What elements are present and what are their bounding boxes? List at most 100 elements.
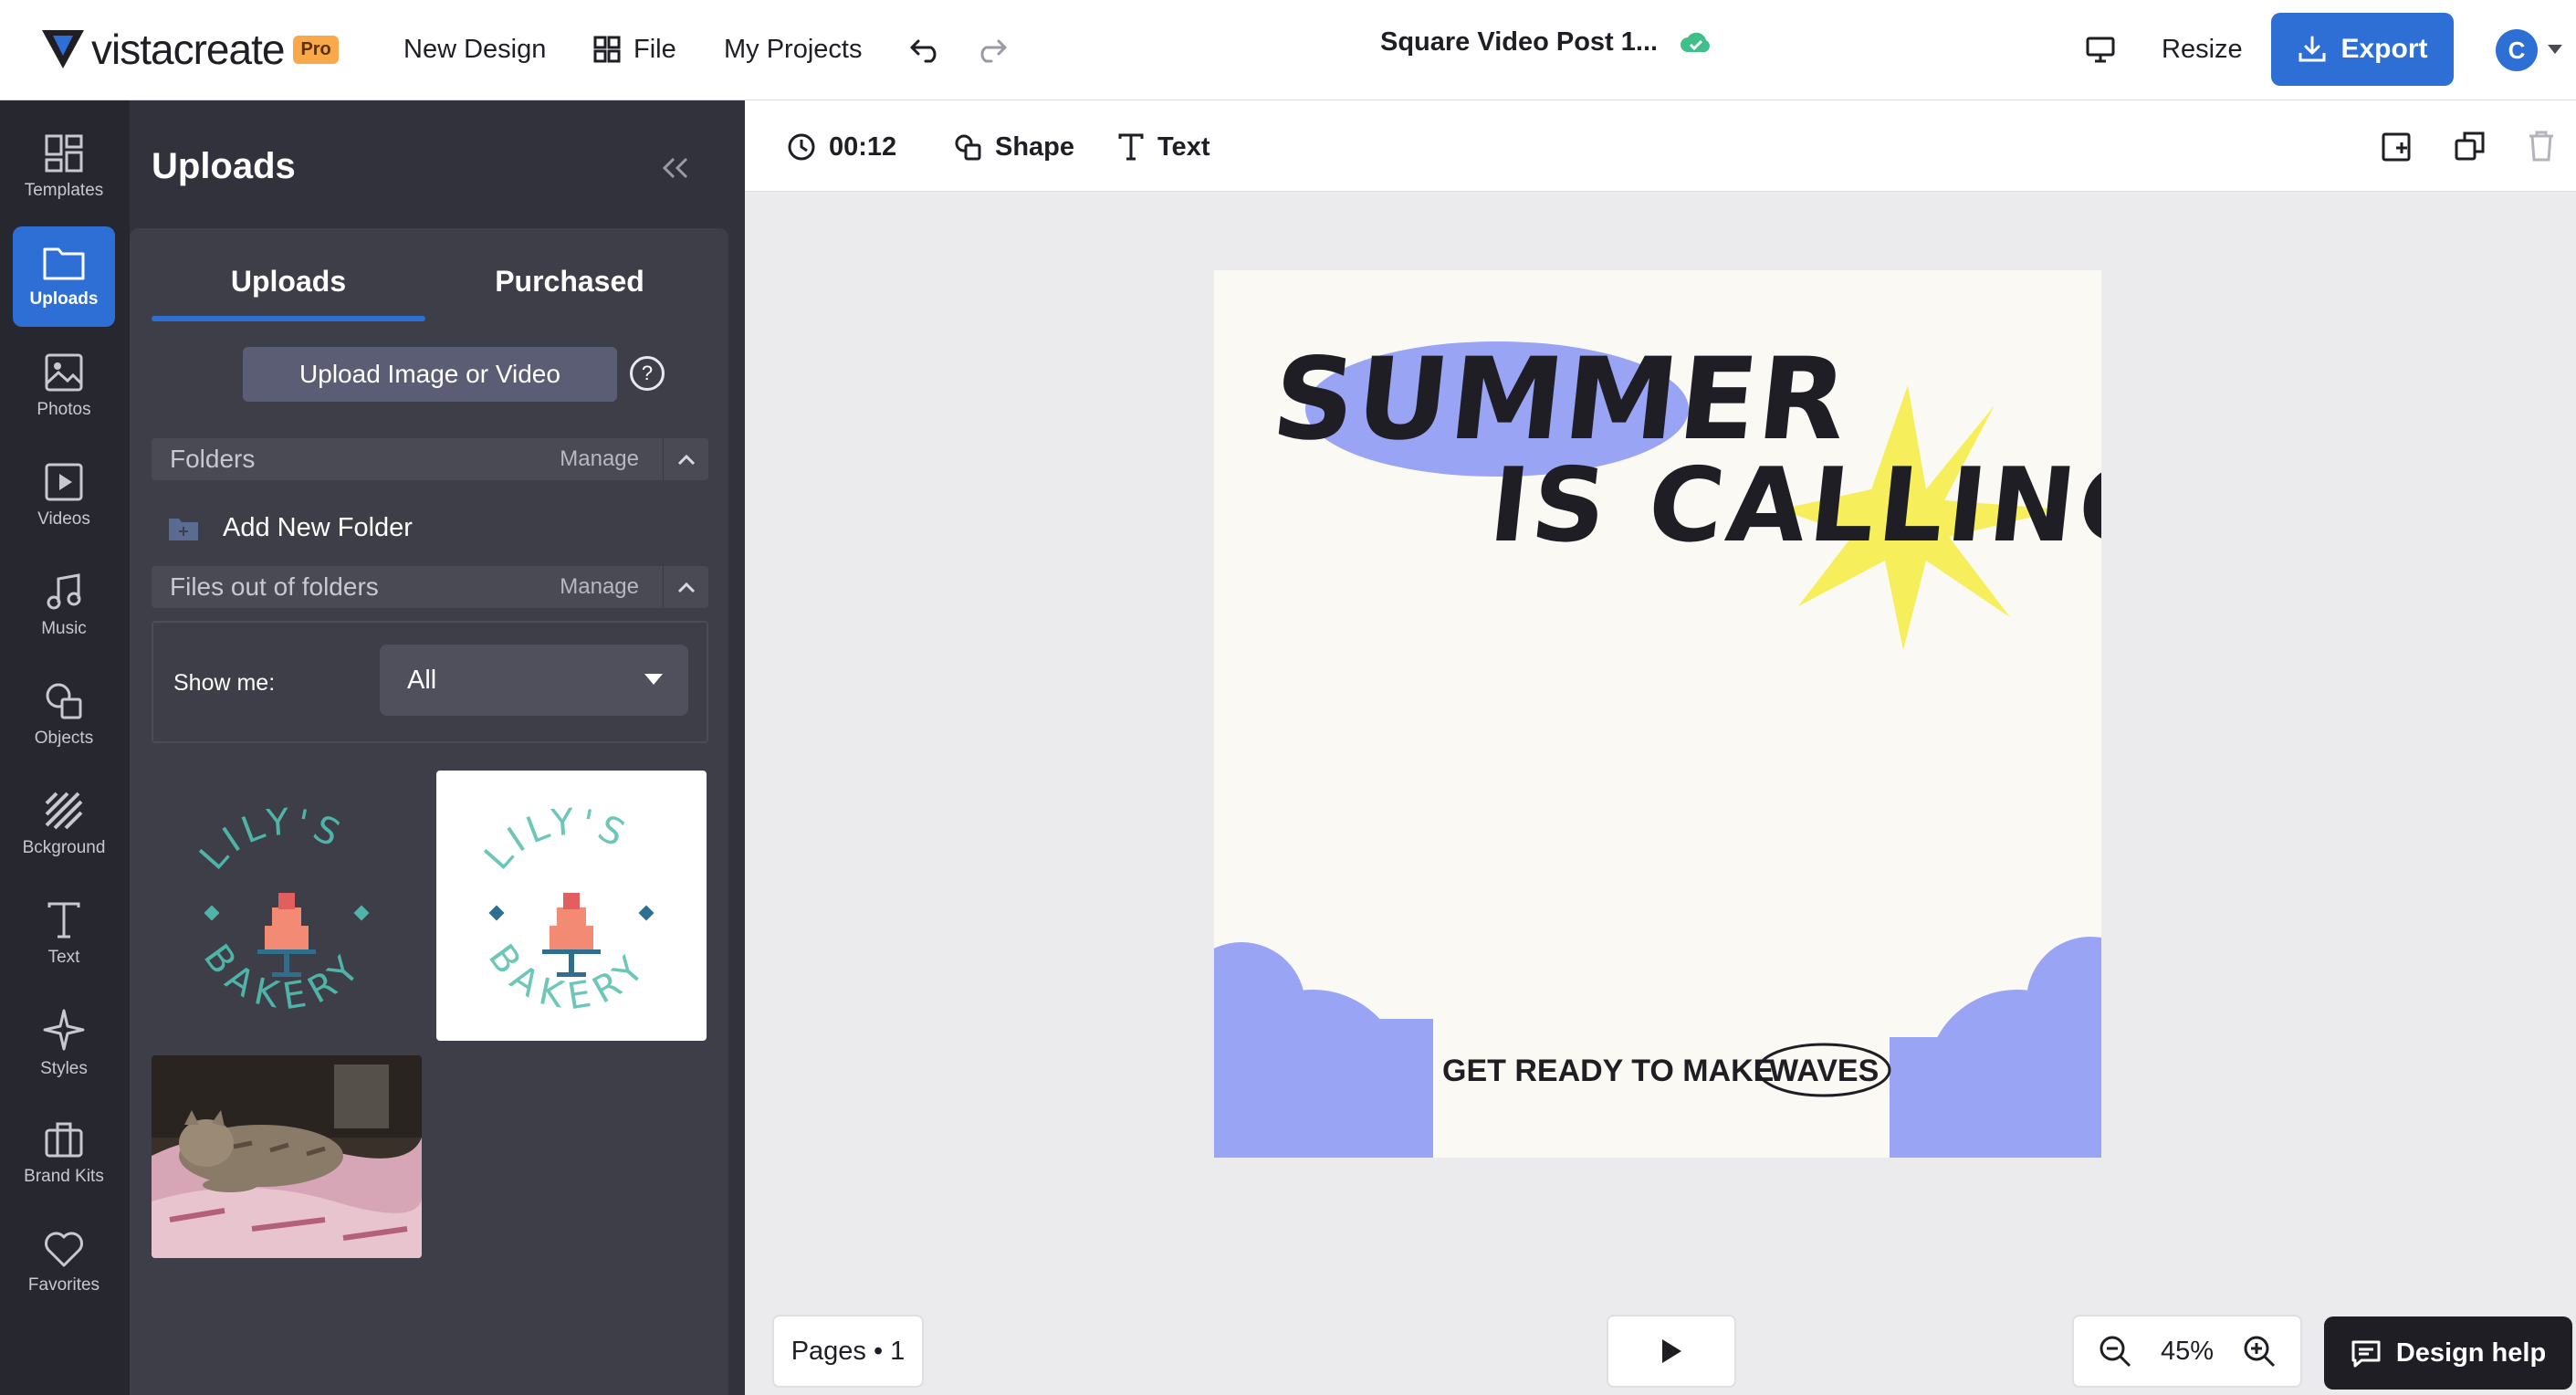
pages-label: Pages • 1 bbox=[791, 1336, 906, 1366]
upload-button-label: Upload Image or Video bbox=[299, 360, 560, 388]
show-me-label: Show me: bbox=[173, 670, 276, 696]
rail-label: Styles bbox=[40, 1059, 88, 1078]
vistacreate-logo[interactable]: vistacreate Pro bbox=[40, 26, 339, 73]
add-folder-icon bbox=[169, 518, 198, 540]
files-section-header[interactable]: Files out of folders Manage bbox=[152, 566, 708, 608]
upload-thumb-logo-dark[interactable]: LILY'S BAKERY bbox=[152, 771, 422, 1041]
zoom-level: 45% bbox=[2160, 1336, 2215, 1366]
headline-is-calling[interactable]: IS CALLING! bbox=[1484, 446, 2101, 565]
clock-icon bbox=[788, 133, 815, 161]
pages-button[interactable]: Pages • 1 bbox=[772, 1315, 924, 1388]
add-text-button[interactable]: Text bbox=[1117, 126, 1209, 168]
photo-icon bbox=[45, 353, 83, 392]
rail-item-music[interactable]: Music bbox=[13, 555, 115, 656]
shape-label: Shape bbox=[995, 131, 1075, 162]
shape-icon bbox=[955, 134, 981, 161]
zoom-controls: 45% bbox=[2072, 1315, 2302, 1388]
rail-item-text[interactable]: Text bbox=[13, 884, 115, 984]
grid-icon bbox=[593, 36, 621, 63]
add-folder-button[interactable]: Add New Folder bbox=[168, 513, 413, 543]
play-icon bbox=[1662, 1339, 1681, 1363]
rail-item-brand-kits[interactable]: Brand Kits bbox=[13, 1103, 115, 1203]
logo-title: LILY'S bbox=[476, 801, 630, 877]
zoom-in-icon[interactable] bbox=[2242, 1334, 2277, 1369]
file-menu-button[interactable]: File bbox=[593, 26, 676, 73]
design-help-button[interactable]: Design help bbox=[2324, 1316, 2572, 1390]
avatar-initial: C bbox=[2508, 36, 2526, 64]
upload-thumb-logo-white[interactable]: LILY'S BAKERY bbox=[436, 771, 707, 1041]
resize-button[interactable]: Resize bbox=[2162, 26, 2243, 73]
pro-badge: Pro bbox=[293, 35, 339, 64]
filter-box: Show me: All bbox=[152, 621, 708, 743]
canvas-toolbar: 00:12 Shape Text bbox=[745, 100, 2576, 192]
document-title-text: Square Video Post 1... bbox=[1380, 27, 1659, 57]
files-manage-link[interactable]: Manage bbox=[560, 574, 639, 600]
show-me-select[interactable]: All bbox=[380, 645, 688, 716]
rail-label: Uploads bbox=[29, 289, 99, 309]
collapse-panel-icon[interactable] bbox=[661, 155, 690, 181]
file-label: File bbox=[634, 34, 676, 64]
my-projects-label: My Projects bbox=[724, 34, 863, 64]
export-button[interactable]: Export bbox=[2271, 13, 2454, 86]
upload-button[interactable]: Upload Image or Video bbox=[243, 347, 617, 402]
folders-section-header[interactable]: Folders Manage bbox=[152, 438, 708, 480]
svg-text:LILY'S: LILY'S bbox=[476, 801, 635, 877]
upload-thumb-cat-photo[interactable] bbox=[152, 1055, 422, 1258]
logo-title: LILY'S bbox=[192, 801, 345, 877]
new-design-button[interactable]: New Design bbox=[403, 26, 546, 73]
chevron-up-icon[interactable] bbox=[663, 438, 708, 480]
bakery-logo-image: LILY'S BAKERY bbox=[192, 801, 370, 1018]
chevron-up-icon[interactable] bbox=[663, 566, 708, 608]
design-help-label: Design help bbox=[2395, 1337, 2547, 1368]
help-glyph: ? bbox=[641, 362, 654, 384]
left-rail: Templates Uploads Photos Videos Music Ob… bbox=[0, 100, 130, 1395]
play-button[interactable] bbox=[1607, 1315, 1736, 1388]
document-title[interactable]: Square Video Post 1... bbox=[1380, 27, 1712, 58]
tab-purchased[interactable]: Purchased bbox=[433, 265, 707, 299]
my-projects-button[interactable]: My Projects bbox=[724, 26, 862, 73]
top-bar: vistacreate Pro New Design File My Proje… bbox=[0, 0, 2576, 100]
rail-label: Objects bbox=[34, 729, 94, 748]
rail-label: Brand Kits bbox=[24, 1167, 104, 1186]
music-icon bbox=[47, 573, 81, 610]
heart-icon bbox=[45, 1232, 83, 1267]
duration-button[interactable]: 00:12 bbox=[787, 126, 896, 168]
present-icon bbox=[2086, 37, 2115, 63]
rail-item-objects[interactable]: Objects bbox=[13, 665, 115, 765]
rail-item-background[interactable]: Bckground bbox=[13, 774, 115, 875]
text-label: Text bbox=[1157, 131, 1210, 162]
shape-button[interactable]: Shape bbox=[953, 126, 1074, 168]
help-icon[interactable]: ? bbox=[630, 356, 665, 391]
rail-label: Favorites bbox=[27, 1275, 100, 1295]
objects-icon bbox=[46, 683, 82, 719]
chevron-down-icon[interactable] bbox=[2547, 44, 2563, 55]
zoom-out-icon[interactable] bbox=[2098, 1334, 2132, 1369]
tagline-prefix[interactable]: GET READY TO MAKE bbox=[1442, 1054, 1774, 1088]
briefcase-icon bbox=[45, 1122, 83, 1158]
tab-uploads[interactable]: Uploads bbox=[152, 265, 425, 299]
rail-item-templates[interactable]: Templates bbox=[13, 117, 115, 217]
rail-item-favorites[interactable]: Favorites bbox=[13, 1212, 115, 1313]
redo-button[interactable] bbox=[975, 26, 1021, 73]
undo-button[interactable] bbox=[909, 26, 955, 73]
rail-label: Photos bbox=[37, 400, 91, 419]
logo-mark-icon bbox=[42, 30, 84, 68]
folders-manage-link[interactable]: Manage bbox=[560, 446, 639, 472]
bakery-logo-image: LILY'S BAKERY bbox=[476, 801, 654, 1018]
rail-item-photos[interactable]: Photos bbox=[13, 336, 115, 436]
avatar[interactable]: C bbox=[2496, 29, 2538, 71]
design-artboard[interactable]: SUMMER IS CALLING! GET READY TO MAKE WAV… bbox=[1214, 270, 2101, 1158]
rail-item-videos[interactable]: Videos bbox=[13, 446, 115, 546]
present-button[interactable] bbox=[2085, 26, 2129, 73]
resize-label: Resize bbox=[2162, 34, 2243, 64]
rail-item-styles[interactable]: Styles bbox=[13, 993, 115, 1094]
rail-item-uploads[interactable]: Uploads bbox=[13, 226, 115, 327]
duplicate-icon[interactable] bbox=[2454, 130, 2487, 163]
cloud-saved-icon bbox=[1681, 32, 1711, 52]
files-label: Files out of folders bbox=[170, 572, 379, 601]
new-design-label: New Design bbox=[403, 34, 547, 64]
add-page-icon[interactable] bbox=[2381, 130, 2414, 163]
trash-icon[interactable] bbox=[2527, 130, 2556, 163]
download-icon bbox=[2299, 36, 2326, 62]
tagline-emphasis[interactable]: WAVES bbox=[1769, 1054, 1879, 1088]
